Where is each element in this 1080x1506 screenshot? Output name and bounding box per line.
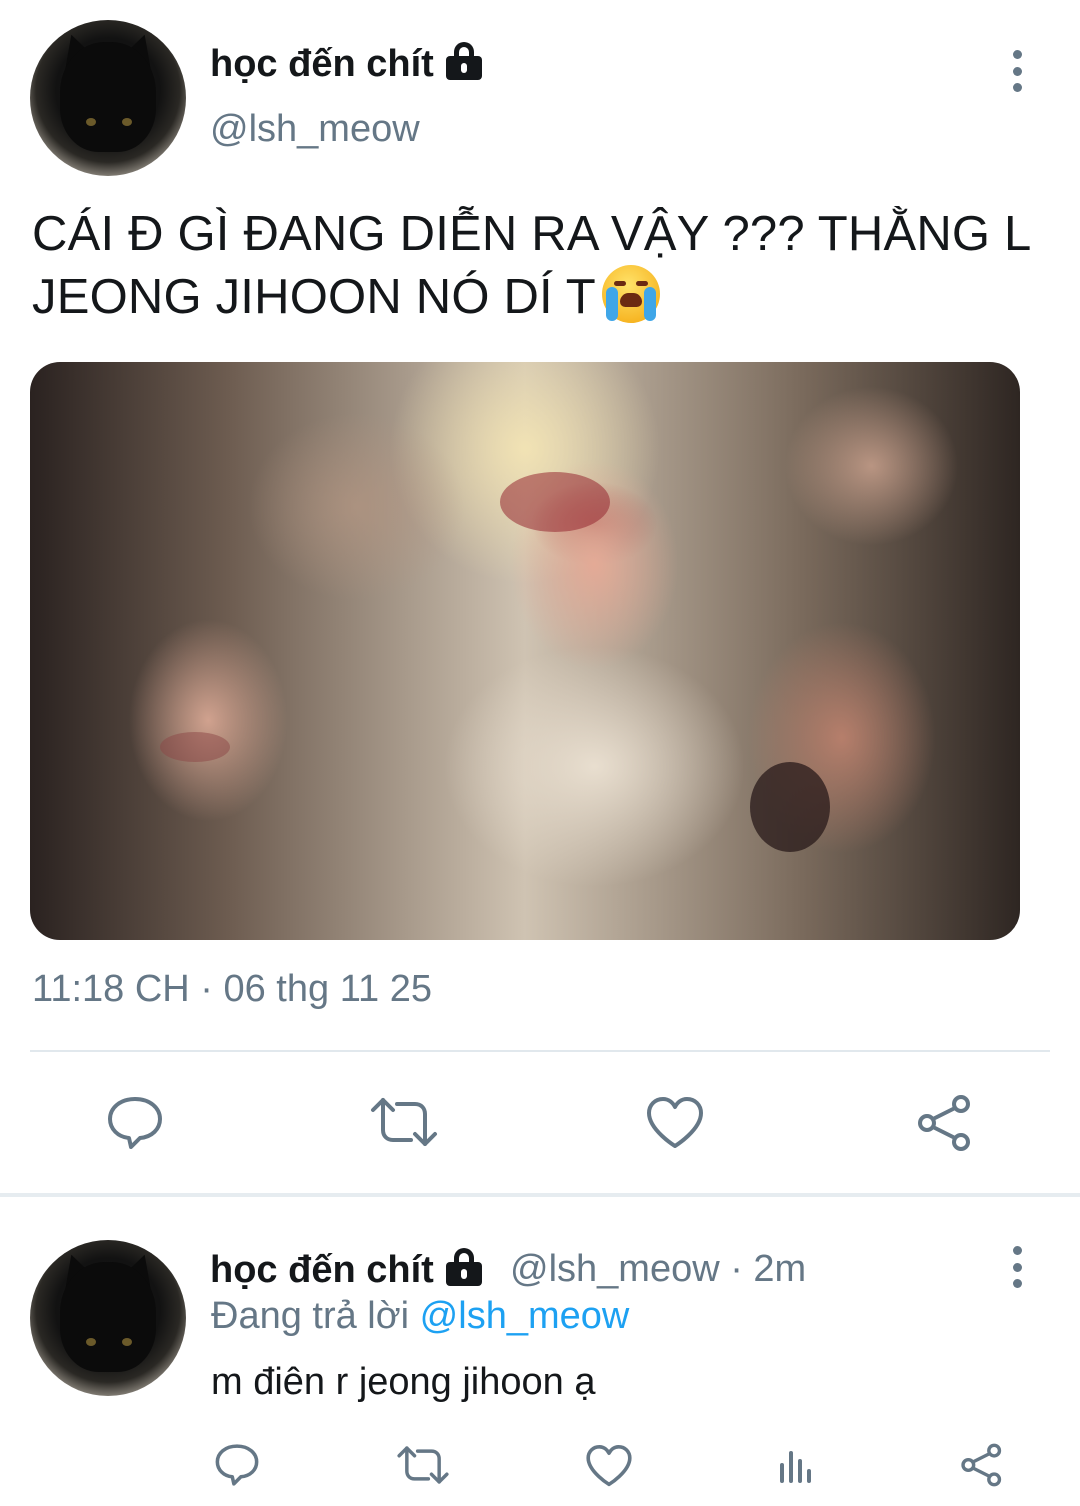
display-name[interactable]: học đến chít [210, 42, 484, 86]
retweet-icon[interactable] [366, 1092, 442, 1152]
mention-link[interactable]: @lsh_meow [420, 1295, 630, 1337]
like-icon[interactable] [583, 1442, 635, 1490]
timestamp[interactable]: 11:18 CH · 06 thg 11 25 [32, 968, 432, 1011]
reply-icon[interactable] [210, 1440, 264, 1490]
avatar[interactable] [30, 20, 186, 176]
main-tweet: học đến chít @lsh_meow CÁI Đ GÌ ĐANG DIỄ… [0, 0, 1080, 1195]
divider [30, 1050, 1050, 1052]
like-icon[interactable] [640, 1092, 710, 1154]
share-icon[interactable] [956, 1440, 1008, 1490]
handle[interactable]: @lsh_meow [210, 108, 420, 151]
section-separator [0, 1193, 1080, 1197]
more-options-icon[interactable] [1002, 1242, 1032, 1292]
display-name[interactable]: học đến chít [210, 1248, 484, 1292]
share-icon[interactable] [912, 1092, 978, 1154]
replying-to: Đang trả lời @lsh_meow [211, 1295, 630, 1337]
lock-icon [444, 42, 484, 80]
tweet-text: CÁI Đ GÌ ĐANG DIỄN RA VẬY ??? THẰNG L JE… [32, 207, 1032, 324]
reply-text: m điên r jeong jihoon ạ [211, 1361, 596, 1403]
avatar[interactable] [30, 1240, 186, 1396]
reply-icon[interactable] [100, 1090, 170, 1156]
tweet-image[interactable] [30, 362, 1020, 940]
lock-icon [444, 1248, 484, 1286]
retweet-icon[interactable] [394, 1442, 452, 1488]
analytics-icon[interactable] [772, 1442, 820, 1488]
more-options-icon[interactable] [1002, 46, 1032, 96]
loudly-crying-face-icon [601, 265, 660, 323]
handle-and-time[interactable]: @lsh_meow · 2m [510, 1248, 806, 1291]
